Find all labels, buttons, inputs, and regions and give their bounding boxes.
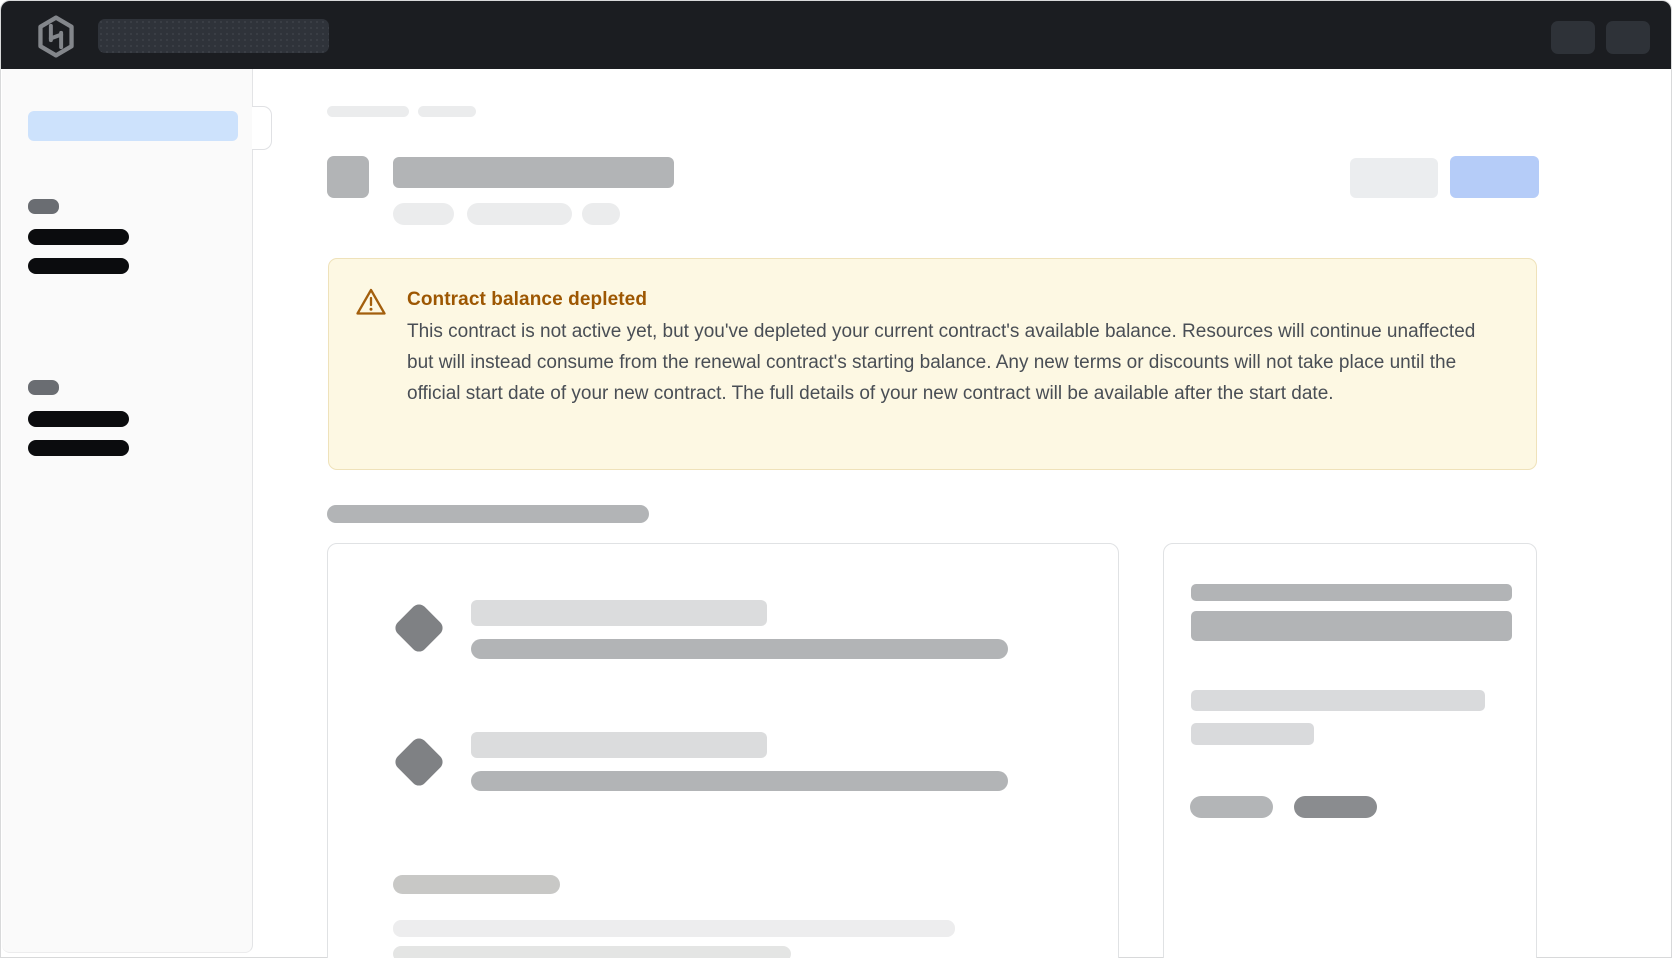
sidebar-nav-item-skeleton[interactable] bbox=[28, 411, 129, 427]
card-footer-line-skeleton bbox=[393, 946, 791, 958]
sidebar-nav-item-skeleton[interactable] bbox=[28, 440, 129, 456]
page-meta-badge-skeleton bbox=[582, 203, 620, 225]
hashicorp-logo-icon[interactable] bbox=[35, 14, 77, 58]
topbar-action-button-1[interactable] bbox=[1551, 21, 1595, 54]
sidebar-section-label-skeleton bbox=[28, 199, 59, 214]
top-nav bbox=[1, 1, 1671, 69]
warning-alert: Contract balance depleted This contract … bbox=[328, 258, 1537, 470]
topbar-action-button-2[interactable] bbox=[1606, 21, 1650, 54]
page-meta-badge-skeleton bbox=[393, 203, 454, 225]
page-title-skeleton bbox=[393, 157, 674, 188]
side-card-title-skeleton bbox=[1191, 584, 1512, 601]
diamond-bullet-icon bbox=[392, 601, 446, 655]
page-meta-badge-skeleton bbox=[467, 203, 572, 225]
warning-triangle-icon bbox=[355, 287, 387, 317]
app-window: Contract balance depleted This contract … bbox=[0, 0, 1672, 958]
card-row-title-skeleton bbox=[471, 732, 767, 758]
secondary-action-button[interactable] bbox=[1350, 158, 1438, 198]
sidebar bbox=[2, 69, 253, 953]
breadcrumb-item-skeleton[interactable] bbox=[418, 106, 476, 117]
card-footer-line-skeleton bbox=[393, 920, 955, 937]
diamond-bullet-icon bbox=[392, 735, 446, 789]
summary-side-card bbox=[1163, 543, 1537, 958]
card-row-line-skeleton bbox=[471, 639, 1008, 659]
sidebar-collapse-handle[interactable] bbox=[252, 106, 272, 150]
sidebar-nav-item-skeleton[interactable] bbox=[28, 258, 129, 274]
side-card-title-skeleton bbox=[1191, 611, 1512, 641]
sidebar-nav-item-skeleton[interactable] bbox=[28, 229, 129, 245]
card-row-line-skeleton bbox=[471, 771, 1008, 791]
card-row-title-skeleton bbox=[471, 600, 767, 626]
alert-title: Contract balance depleted bbox=[407, 287, 647, 313]
sidebar-section-label-skeleton bbox=[28, 380, 59, 395]
section-title-skeleton bbox=[327, 505, 649, 523]
side-card-primary-button-skeleton[interactable] bbox=[1294, 796, 1377, 818]
contract-details-card bbox=[327, 543, 1119, 958]
sidebar-active-item-skeleton[interactable] bbox=[28, 111, 238, 141]
side-card-text-skeleton bbox=[1191, 723, 1314, 745]
primary-action-button[interactable] bbox=[1450, 156, 1539, 198]
breadcrumb-item-skeleton[interactable] bbox=[327, 106, 409, 117]
alert-description: This contract is not active yet, but you… bbox=[407, 316, 1499, 409]
side-card-text-skeleton bbox=[1191, 690, 1485, 711]
card-footer-label-skeleton bbox=[393, 875, 560, 894]
global-search-input[interactable] bbox=[98, 19, 329, 53]
side-card-secondary-button-skeleton[interactable] bbox=[1190, 796, 1273, 818]
page-icon-skeleton bbox=[327, 156, 369, 198]
